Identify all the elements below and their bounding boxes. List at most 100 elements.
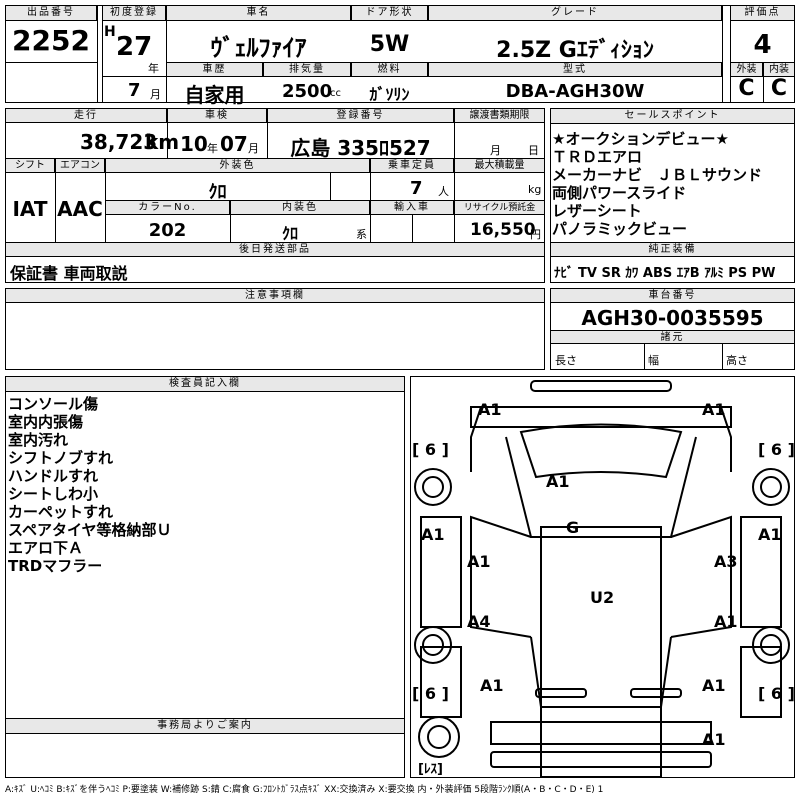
damage-mark: A1 [702, 676, 726, 695]
history-header: 車歴 [166, 62, 263, 77]
plate: 広島 335ﾛ527 [290, 136, 431, 160]
divider [267, 108, 268, 158]
damage-mark: A1 [758, 525, 782, 544]
shift-header: シフト [5, 158, 55, 173]
ext-header: 外装 [730, 62, 763, 77]
divider [330, 173, 331, 200]
list-item: エアロ下Ａ [8, 539, 84, 557]
damage-mark: A1 [702, 400, 726, 419]
list-item: 室内内張傷 [8, 413, 84, 431]
disp-unit: cc [330, 88, 341, 99]
recycle-unit: 円 [530, 228, 541, 241]
sales-header: セールスポイント [550, 108, 795, 124]
later-parts: 保証書 車両取説 [10, 264, 128, 283]
list-item: ハンドルすれ [8, 467, 99, 485]
lot-header: 出品番号 [5, 5, 97, 21]
recycle-header: リサイクル預託金 [454, 200, 545, 215]
name-header: 車名 [166, 5, 351, 21]
capacity-header: 乗車定員 [370, 158, 454, 173]
chassis-number: AGH30-0035595 [581, 306, 764, 330]
damage-mark: A1 [467, 552, 491, 571]
divider [97, 5, 98, 103]
score-header: 評価点 [730, 5, 795, 21]
int-color-unit: 系 [356, 228, 367, 241]
legend: A:ｷｽﾞ U:ﾍｺﾐ B:ｷｽﾞを伴うﾍｺﾐ P:要塗装 W:補修跡 S:錆 … [5, 785, 604, 795]
inspector-list: コンソール傷 室内内張傷 室内汚れ シフトノブすれ ハンドルすれ シートしわ小 … [8, 395, 172, 575]
notes-header: 注意事項欄 [5, 288, 545, 303]
fuel: ｶﾞｿﾘﾝ [369, 85, 410, 104]
divider [763, 62, 764, 103]
mileage-unit: km [145, 130, 180, 154]
disp-header: 排気量 [263, 62, 351, 77]
era: H [104, 24, 116, 40]
colorno-header: カラーNo. [105, 200, 230, 215]
car-outline [414, 380, 790, 777]
equipment: ﾅﾋﾞ TV SR ｶﾜ ABS ｴｱB ｱﾙﾐ PS PW [554, 266, 776, 281]
transfer-day-unit: 日 [528, 144, 539, 157]
equip-header: 純正装備 [550, 242, 795, 257]
inspect-month-unit: 月 [248, 142, 259, 155]
damage-mark: A1 [702, 730, 726, 749]
damage-mark: A3 [714, 552, 738, 571]
damage-mark: [ 6 ] [758, 440, 795, 459]
load-header: 最大積載量 [454, 158, 545, 173]
car-diagram [410, 376, 795, 778]
inspect-year: 10 [180, 132, 208, 156]
list-item: シフトノブすれ [8, 449, 114, 467]
color-number: 202 [148, 220, 187, 241]
list-item: スペアタイヤ等格納部Ｕ [8, 521, 172, 539]
intcolor-header: 内装色 [230, 200, 370, 215]
displacement: 2500 [282, 81, 333, 102]
list-item: コンソール傷 [8, 395, 99, 413]
grade: 2.5Z Gｴﾃﾞｨｼｮﾝ [496, 38, 654, 63]
inspect-month: 07 [220, 132, 248, 156]
office-header: 事務局よりご案内 [5, 718, 405, 734]
divider [412, 215, 413, 242]
door-header: ドア形状 [351, 5, 428, 21]
transfer-month-unit: 月 [490, 144, 501, 157]
damage-mark: [ﾚｽ] [418, 762, 443, 777]
shift: IAT [12, 197, 48, 221]
reg-year: 27 [116, 32, 153, 62]
divider [55, 158, 56, 242]
damage-mark: A1 [478, 400, 502, 419]
int-grade: C [770, 76, 788, 101]
car-name: ｳﾞｪﾙﾌｧｲｱ [210, 34, 307, 62]
divider [230, 200, 231, 242]
list-item: レザーシート [552, 202, 642, 220]
ext-grade: C [738, 76, 755, 101]
damage-mark: A4 [467, 612, 491, 631]
list-item: TRDマフラー [8, 557, 103, 575]
history: 自家用 [184, 83, 245, 107]
import-header: 輸入車 [370, 200, 454, 215]
capacity-unit: 人 [438, 185, 449, 198]
damage-mark: U2 [590, 588, 615, 607]
ac-header: エアコン [55, 158, 105, 173]
reg-year-unit: 年 [148, 62, 159, 75]
chassis-header: 車台番号 [550, 288, 795, 303]
model: DBA-AGH30W [505, 81, 645, 102]
recycle-fee: 16,550 [470, 220, 536, 240]
list-item: シートしわ小 [8, 485, 99, 503]
damage-mark: [ 6 ] [412, 440, 449, 459]
lot-number: 2252 [12, 24, 90, 57]
damage-mark: A1 [480, 676, 504, 695]
grade-header: グレード [428, 5, 722, 21]
list-item: 室内汚れ [8, 431, 69, 449]
damage-mark: G [566, 518, 580, 537]
door-type: 5W [369, 32, 410, 57]
list-item: メーカーナビ ＪＢＬサウンド [552, 166, 763, 184]
list-item: ＴＲＤエアロ [552, 148, 643, 166]
score: 4 [753, 30, 772, 60]
damage-mark: A1 [714, 612, 738, 631]
divider [644, 344, 645, 370]
sales-list: ★オークションデビュー★ ＴＲＤエアロ メーカーナビ ＪＢＬサウンド 両側パワー… [552, 130, 762, 238]
width-label: 幅 [648, 354, 659, 367]
divider [454, 108, 455, 158]
capacity: 7 [410, 178, 423, 199]
later-header: 後日発送部品 [5, 242, 545, 257]
reg-month-unit: 月 [150, 88, 161, 101]
divider [167, 108, 168, 158]
inspect-header: 車検 [167, 108, 267, 123]
int-header: 内装 [763, 62, 795, 77]
